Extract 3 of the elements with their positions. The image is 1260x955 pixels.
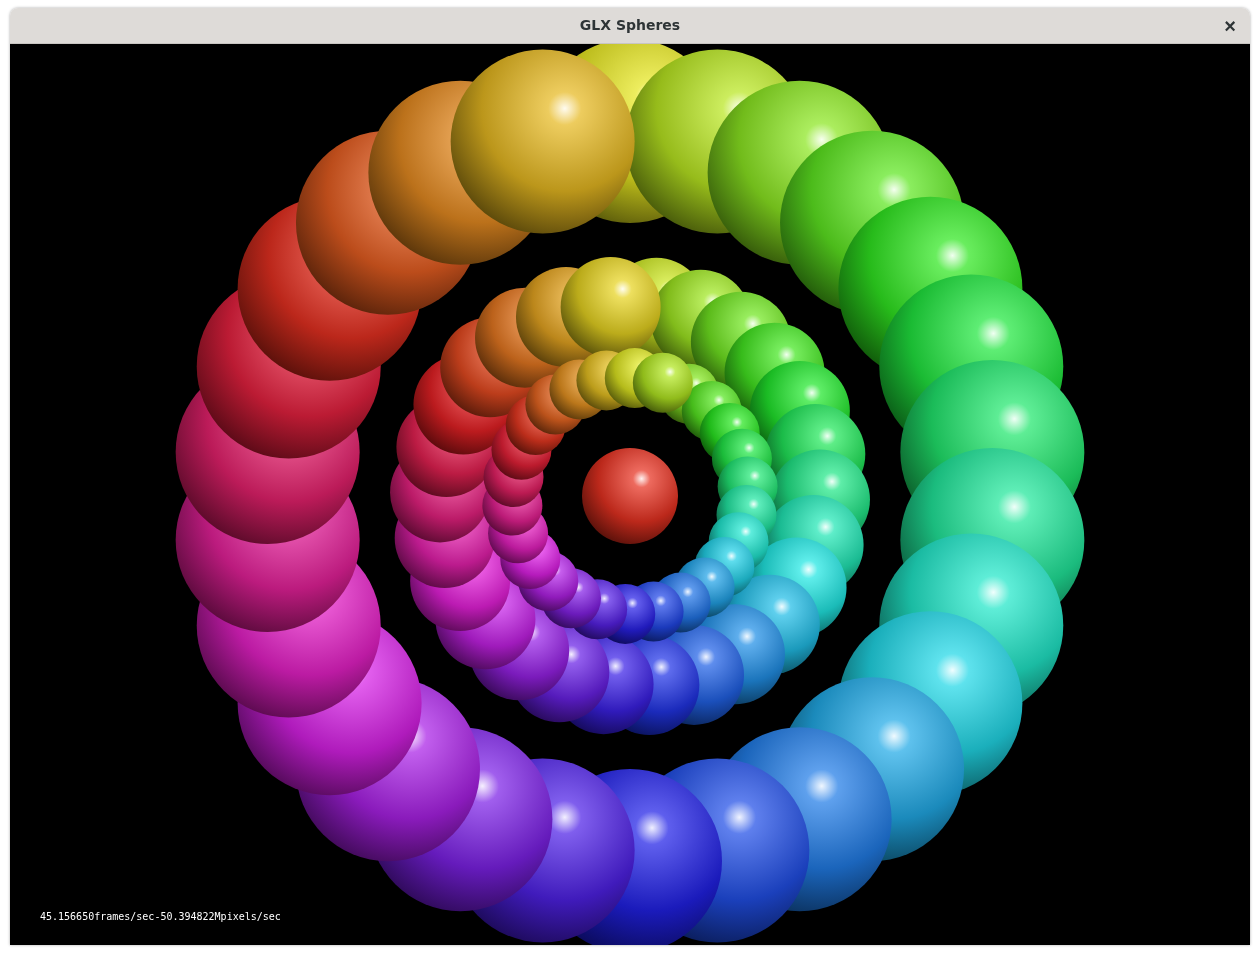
close-button[interactable]: ×: [1218, 13, 1242, 38]
frame-rate-text: 45.156650frames/sec-50.394822Mpixels/sec: [40, 910, 281, 924]
window-title: GLX Spheres: [579, 16, 681, 35]
